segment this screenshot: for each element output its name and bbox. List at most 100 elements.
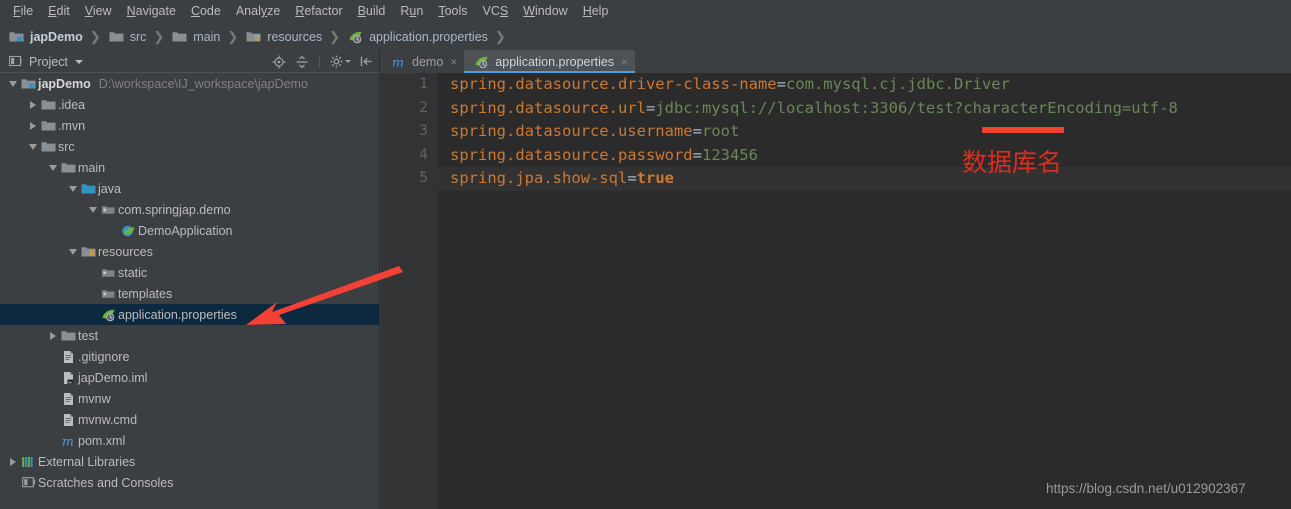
- close-icon[interactable]: ×: [450, 56, 457, 68]
- chevron-right-icon[interactable]: [46, 331, 60, 340]
- editor-tab-demo[interactable]: m demo ×: [381, 50, 464, 73]
- tree-node-label: japDemo.iml: [78, 370, 148, 385]
- tree-node-pom-xml[interactable]: m pom.xml: [0, 430, 379, 451]
- project-panel-title: Project: [29, 54, 68, 69]
- tree-node-label: .mvn: [58, 118, 86, 133]
- menu-item-help[interactable]: Help: [576, 2, 617, 21]
- tree-node-mvnw-cmd[interactable]: mvnw.cmd: [0, 409, 379, 430]
- chevron-down-icon[interactable]: [66, 185, 80, 192]
- chevron-down-icon[interactable]: [74, 59, 83, 64]
- menu-item-run[interactable]: Run: [393, 2, 431, 21]
- code-line[interactable]: spring.datasource.driver-class-name=com.…: [437, 73, 1291, 97]
- tree-node-japdemo[interactable]: japDemo D:\workspace\IJ_workspace\japDemo: [0, 73, 379, 94]
- chevron-right-icon[interactable]: [6, 457, 20, 466]
- spring-leaf-icon: [100, 308, 117, 322]
- menu-item-analyze[interactable]: Analyze: [229, 2, 288, 21]
- menu-item-vcs[interactable]: VCS: [476, 2, 517, 21]
- menu-item-navigate[interactable]: Navigate: [120, 2, 184, 21]
- code-line[interactable]: spring.datasource.url=jdbc:mysql://local…: [437, 97, 1291, 121]
- breadcrumb-separator: ❯: [89, 28, 101, 44]
- chevron-down-icon[interactable]: [66, 248, 80, 255]
- tree-node-templates[interactable]: templates: [0, 283, 379, 304]
- gear-icon[interactable]: [330, 55, 351, 68]
- menu-item-edit[interactable]: Edit: [41, 2, 78, 21]
- menu-item-build[interactable]: Build: [351, 2, 394, 21]
- source-folder-icon: [80, 182, 97, 195]
- code-viewport[interactable]: 1 2 3 4 5 spring.datasource.driver-class-nam…: [381, 73, 1291, 509]
- tree-node--gitignore[interactable]: .gitignore: [0, 346, 379, 367]
- tree-node-com-springjap-demo[interactable]: com.springjap.demo: [0, 199, 379, 220]
- tree-node-label: mvnw.cmd: [78, 412, 138, 427]
- tree-node-resources[interactable]: resources: [0, 241, 379, 262]
- maven-icon: m: [390, 55, 407, 69]
- menu-item-tools[interactable]: Tools: [431, 2, 475, 21]
- tree-node-japdemo-iml[interactable]: japDemo.iml: [0, 367, 379, 388]
- tree-node-src[interactable]: src: [0, 136, 379, 157]
- hide-panel-icon[interactable]: [360, 55, 373, 68]
- code-line[interactable]: spring.datasource.username=root: [437, 120, 1291, 144]
- tree-node-label: japDemo: [38, 76, 91, 91]
- tree-node-label: test: [78, 328, 99, 343]
- property-value: true: [636, 169, 674, 187]
- code-line[interactable]: spring.datasource.password=123456: [437, 144, 1291, 168]
- editor-tab-application-properties[interactable]: application.properties ×: [464, 50, 636, 73]
- tree-node--mvn[interactable]: .mvn: [0, 115, 379, 136]
- menu-item-refactor[interactable]: Refactor: [288, 2, 350, 21]
- tree-node-test[interactable]: test: [0, 325, 379, 346]
- property-separator: =: [776, 75, 786, 93]
- chevron-down-icon[interactable]: [6, 80, 20, 87]
- code-line[interactable]: spring.jpa.show-sql=true: [437, 167, 1291, 191]
- tree-node-static[interactable]: static: [0, 262, 379, 283]
- tree-node-scratches-and-consoles[interactable]: Scratches and Consoles: [0, 472, 379, 493]
- chevron-down-icon[interactable]: [26, 143, 40, 150]
- line-number: 4: [419, 146, 428, 163]
- chevron-down-icon[interactable]: [86, 206, 100, 213]
- breadcrumb-label: src: [129, 29, 147, 44]
- module-icon: [8, 30, 25, 43]
- breadcrumb-item-application-properties[interactable]: application.properties: [347, 30, 488, 44]
- property-separator: =: [627, 169, 637, 187]
- libraries-icon: [20, 455, 37, 469]
- locate-icon[interactable]: [272, 55, 286, 69]
- collapse-all-icon[interactable]: [295, 55, 309, 69]
- resources-folder-icon: [80, 245, 97, 258]
- tree-node-java[interactable]: java: [0, 178, 379, 199]
- chevron-down-icon[interactable]: [46, 164, 60, 171]
- menu-item-code[interactable]: Code: [184, 2, 229, 21]
- tree-node-mvnw[interactable]: mvnw: [0, 388, 379, 409]
- property-key: spring.datasource.password: [450, 145, 693, 164]
- menu-item-view[interactable]: View: [78, 2, 120, 21]
- menu-item-window[interactable]: Window: [516, 2, 575, 21]
- tree-node-main[interactable]: main: [0, 157, 379, 178]
- line-number-gutter: 1 2 3 4 5: [381, 73, 437, 509]
- tree-node-label: src: [58, 139, 75, 154]
- folder-icon: [108, 30, 125, 43]
- property-value: root: [701, 122, 740, 140]
- breadcrumb-item-resources[interactable]: resources: [245, 30, 322, 44]
- breadcrumb-item-src[interactable]: src: [108, 29, 147, 44]
- file-icon: [60, 413, 77, 427]
- svg-text:m: m: [62, 434, 74, 448]
- tree-node-application-properties[interactable]: application.properties: [0, 304, 379, 325]
- editor-tab-label: demo: [412, 54, 444, 69]
- annotation-underline: [982, 127, 1064, 133]
- line-number: 1: [419, 76, 428, 92]
- project-tree[interactable]: japDemo D:\workspace\IJ_workspace\japDemo…: [0, 73, 379, 509]
- tree-node-label: com.springjap.demo: [118, 202, 231, 217]
- property-value: com.mysql.cj.jdbc.Driver: [785, 75, 1010, 93]
- code-content[interactable]: spring.datasource.driver-class-name=com.…: [437, 73, 1291, 509]
- chevron-right-icon[interactable]: [26, 100, 40, 109]
- package-icon: [100, 287, 117, 300]
- tree-node-external-libraries[interactable]: External Libraries: [0, 451, 379, 472]
- breadcrumb: japDemo ❯ src ❯ main ❯ resources ❯ application.p…: [0, 23, 1291, 50]
- breadcrumb-item-japdemo[interactable]: japDemo: [8, 30, 83, 44]
- tree-node-label: mvnw: [78, 391, 111, 406]
- tree-node-demoapplication[interactable]: DemoApplication: [0, 220, 379, 241]
- menu-item-file[interactable]: File: [6, 2, 41, 21]
- tree-node--idea[interactable]: .idea: [0, 94, 379, 115]
- tree-node-label: application.properties: [118, 307, 237, 322]
- chevron-right-icon[interactable]: [26, 121, 40, 130]
- close-icon[interactable]: ×: [621, 56, 628, 68]
- breadcrumb-separator: ❯: [494, 28, 506, 44]
- breadcrumb-item-main[interactable]: main: [171, 30, 220, 44]
